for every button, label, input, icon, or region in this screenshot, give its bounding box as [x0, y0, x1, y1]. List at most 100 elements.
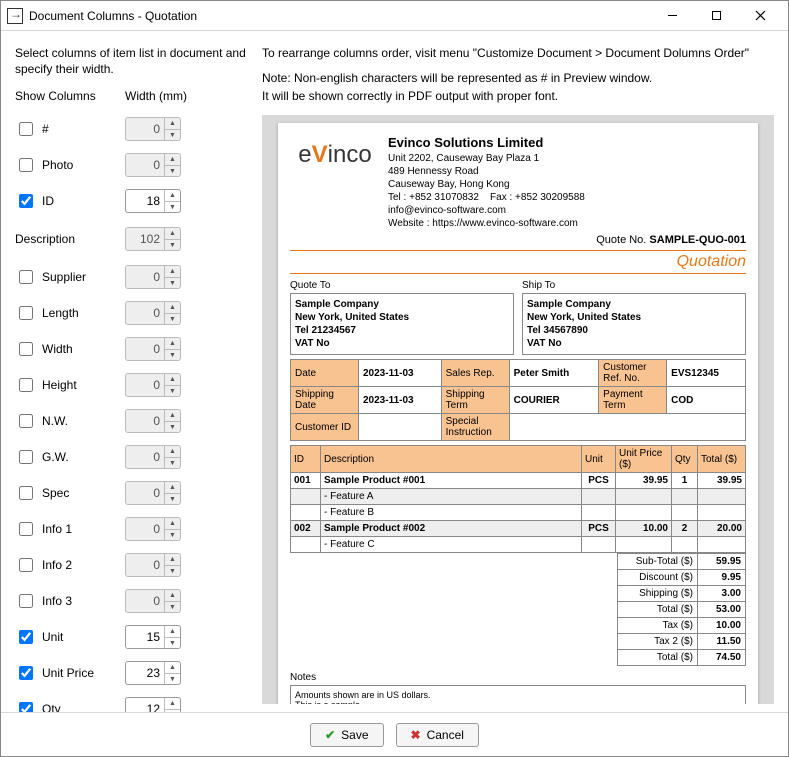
column-checkbox-label[interactable]: Info 2 — [15, 555, 125, 575]
column-width-input — [126, 122, 164, 136]
maximize-button[interactable] — [694, 2, 738, 30]
chevron-down-icon[interactable]: ▼ — [165, 202, 180, 213]
column-width-spinner: ▲▼ — [125, 373, 181, 397]
description-width-spinner: ▲▼ — [125, 227, 181, 251]
column-checkbox[interactable] — [19, 194, 33, 208]
right-line1: To rearrange columns order, visit menu "… — [262, 45, 774, 62]
spinner-arrows: ▲▼ — [164, 482, 180, 504]
column-checkbox-label[interactable]: Qty — [15, 699, 125, 712]
right-panel: To rearrange columns order, visit menu "… — [256, 31, 788, 712]
spinner-arrows[interactable]: ▲▼ — [164, 698, 180, 712]
x-icon: ✖ — [411, 728, 421, 742]
totals-table: Sub-Total ($)59.95Discount ($)9.95Shippi… — [290, 553, 746, 666]
chevron-down-icon: ▼ — [165, 530, 180, 541]
column-checkbox[interactable] — [19, 306, 33, 320]
column-width-input[interactable] — [126, 666, 164, 680]
column-checkbox-label[interactable]: Spec — [15, 483, 125, 503]
chevron-down-icon[interactable]: ▼ — [165, 674, 180, 685]
column-checkbox[interactable] — [19, 378, 33, 392]
column-width-input — [126, 306, 164, 320]
column-checkbox[interactable] — [19, 702, 33, 712]
column-checkbox[interactable] — [19, 630, 33, 644]
spinner-arrows: ▲▼ — [164, 118, 180, 140]
column-checkbox[interactable] — [19, 414, 33, 428]
column-width-spinner: ▲▼ — [125, 117, 181, 141]
quote-number: Quote No. SAMPLE-QUO-001 — [290, 234, 746, 246]
chevron-up-icon: ▲ — [165, 554, 180, 566]
column-checkbox-label[interactable]: Unit Price — [15, 663, 125, 683]
header-show-columns: Show Columns — [15, 89, 125, 103]
column-checkbox-label[interactable]: Height — [15, 375, 125, 395]
column-checkbox-label[interactable]: Info 3 — [15, 591, 125, 611]
chevron-up-icon[interactable]: ▲ — [165, 626, 180, 638]
column-checkbox[interactable] — [19, 342, 33, 356]
column-checkbox-label[interactable]: Width — [15, 339, 125, 359]
column-checkbox-label[interactable]: Unit — [15, 627, 125, 647]
column-label: Info 1 — [42, 522, 72, 536]
column-width-spinner: ▲▼ — [125, 589, 181, 613]
column-checkbox[interactable] — [19, 594, 33, 608]
chevron-up-icon[interactable]: ▲ — [165, 190, 180, 202]
column-checkbox-label[interactable]: N.W. — [15, 411, 125, 431]
column-checkbox[interactable] — [19, 122, 33, 136]
column-checkbox-label[interactable]: Photo — [15, 155, 125, 175]
column-checkbox-label[interactable]: Length — [15, 303, 125, 323]
chevron-up-icon: ▲ — [165, 518, 180, 530]
column-checkbox-label[interactable]: G.W. — [15, 447, 125, 467]
preview-area[interactable]: eVinco Evinco Solutions Limited Unit 220… — [262, 115, 774, 704]
column-checkbox-label[interactable]: Supplier — [15, 267, 125, 287]
column-checkbox-label[interactable]: # — [15, 119, 125, 139]
column-checkbox[interactable] — [19, 486, 33, 500]
column-checkbox-label[interactable]: Info 1 — [15, 519, 125, 539]
spinner-arrows: ▲▼ — [164, 410, 180, 432]
column-checkbox[interactable] — [19, 450, 33, 464]
column-checkbox-label[interactable]: ID — [15, 191, 125, 211]
column-width-input — [126, 450, 164, 464]
document-title: Quotation — [290, 250, 746, 274]
notes-box: Amounts shown are in US dollars.This is … — [290, 685, 746, 704]
chevron-down-icon: ▼ — [165, 350, 180, 361]
chevron-up-icon: ▲ — [165, 374, 180, 386]
chevron-down-icon: ▼ — [165, 278, 180, 289]
titlebar: Document Columns - Quotation — [1, 1, 788, 31]
company-info: Evinco Solutions Limited Unit 2202, Caus… — [388, 135, 746, 230]
column-row: ID ▲▼ — [15, 183, 246, 219]
chevron-up-icon[interactable]: ▲ — [165, 662, 180, 674]
column-checkbox[interactable] — [19, 522, 33, 536]
column-width-spinner[interactable]: ▲▼ — [125, 661, 181, 685]
column-checkbox[interactable] — [19, 666, 33, 680]
save-button[interactable]: ✔ Save — [310, 723, 383, 747]
minimize-button[interactable] — [650, 2, 694, 30]
app-icon — [7, 8, 23, 24]
column-row: Qty ▲▼ — [15, 691, 246, 712]
left-instruction: Select columns of item list in document … — [15, 45, 246, 77]
spinner-arrows[interactable]: ▲▼ — [164, 626, 180, 648]
column-width-input — [126, 414, 164, 428]
spinner-arrows: ▲▼ — [164, 518, 180, 540]
column-checkbox[interactable] — [19, 158, 33, 172]
ship-to-box: Sample CompanyNew York, United StatesTel… — [522, 293, 746, 355]
column-width-input[interactable] — [126, 194, 164, 208]
preview-page: eVinco Evinco Solutions Limited Unit 220… — [278, 123, 758, 704]
column-label: G.W. — [42, 450, 69, 464]
description-label: Description — [15, 232, 75, 246]
column-checkbox[interactable] — [19, 558, 33, 572]
column-width-spinner[interactable]: ▲▼ — [125, 625, 181, 649]
cancel-button[interactable]: ✖ Cancel — [396, 723, 479, 747]
column-width-spinner[interactable]: ▲▼ — [125, 189, 181, 213]
column-label: Length — [42, 306, 79, 320]
column-width-input[interactable] — [126, 702, 164, 712]
spinner-arrows[interactable]: ▲▼ — [164, 662, 180, 684]
chevron-up-icon[interactable]: ▲ — [165, 698, 180, 710]
column-width-input[interactable] — [126, 630, 164, 644]
close-button[interactable] — [738, 2, 782, 30]
chevron-down-icon[interactable]: ▼ — [165, 638, 180, 649]
column-label: ID — [42, 194, 54, 208]
spinner-arrows[interactable]: ▲▼ — [164, 190, 180, 212]
spinner-arrows: ▲▼ — [164, 338, 180, 360]
footer: ✔ Save ✖ Cancel — [1, 712, 788, 756]
column-width-spinner[interactable]: ▲▼ — [125, 697, 181, 712]
column-width-spinner: ▲▼ — [125, 445, 181, 469]
header-width: Width (mm) — [125, 89, 187, 103]
column-checkbox[interactable] — [19, 270, 33, 284]
